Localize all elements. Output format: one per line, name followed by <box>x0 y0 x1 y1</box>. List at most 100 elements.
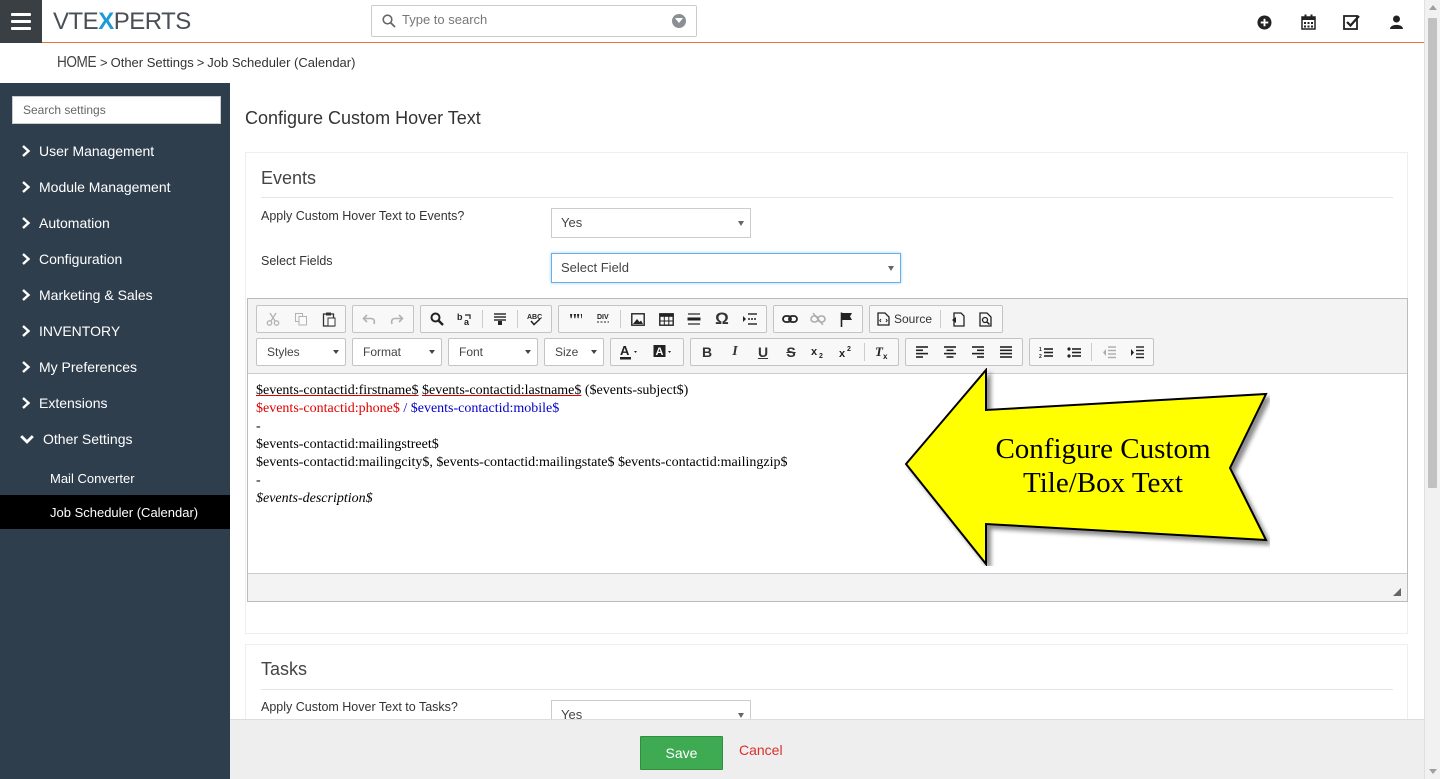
sidebar-item-automation[interactable]: Automation <box>0 205 230 241</box>
font-combo[interactable]: Font <box>448 338 538 366</box>
table-icon[interactable] <box>652 307 680 331</box>
redo-icon[interactable] <box>383 307 411 331</box>
svg-text:2: 2 <box>1039 354 1042 359</box>
sidebar-item-inventory[interactable]: INVENTORY <box>0 313 230 349</box>
horizontal-rule-icon[interactable] <box>680 307 708 331</box>
clipboard-group <box>256 305 346 333</box>
chevron-right-icon <box>22 145 31 157</box>
sidebar-item-configuration[interactable]: Configuration <box>0 241 230 277</box>
scroll-up-icon[interactable] <box>1429 5 1437 10</box>
sidebar-item-module-management[interactable]: Module Management <box>0 169 230 205</box>
select-all-icon[interactable] <box>486 307 514 331</box>
toolbar-separator <box>620 310 621 328</box>
global-search[interactable] <box>371 5 697 37</box>
italic-icon[interactable]: I <box>721 340 749 364</box>
link-group <box>773 305 863 333</box>
breadcrumb-separator: > <box>100 55 108 70</box>
sidebar-item-my-preferences[interactable]: My Preferences <box>0 349 230 385</box>
create-div-icon[interactable]: DIV <box>589 307 617 331</box>
scroll-thumb[interactable] <box>1428 18 1437 488</box>
events-section-title: Events <box>261 168 317 188</box>
search-input[interactable] <box>402 12 662 27</box>
chevron-down-icon <box>888 266 894 271</box>
color-group: A A <box>610 338 684 366</box>
toolbar-separator <box>940 310 942 328</box>
underline-icon[interactable]: U <box>749 340 777 364</box>
background-color-icon[interactable]: A <box>647 340 681 364</box>
unlink-icon[interactable] <box>804 307 832 331</box>
plus-circle-icon[interactable] <box>1252 12 1276 32</box>
save-button[interactable]: Save <box>640 736 723 770</box>
undo-icon[interactable] <box>355 307 383 331</box>
link-icon[interactable] <box>776 307 804 331</box>
size-combo[interactable]: Size <box>544 338 604 366</box>
logo[interactable]: VTEXPERTS <box>53 8 191 36</box>
align-right-icon[interactable] <box>964 340 992 364</box>
page-break-icon[interactable] <box>736 307 764 331</box>
chevron-down-icon <box>525 350 531 354</box>
calendar-icon[interactable] <box>1296 12 1320 32</box>
image-icon[interactable] <box>624 307 652 331</box>
remove-format-icon[interactable]: Tx <box>868 340 896 364</box>
checkbox-icon[interactable] <box>1340 12 1364 32</box>
spellcheck-icon[interactable]: ABC <box>521 307 549 331</box>
callout-text: Configure Custom Tile/Box Text <box>995 433 1211 499</box>
source-button[interactable]: Source <box>872 307 937 331</box>
chevron-down-icon <box>429 350 435 354</box>
text-color-icon[interactable]: A <box>613 340 647 364</box>
settings-search[interactable] <box>12 96 221 124</box>
svg-text:x: x <box>883 352 888 360</box>
preview-icon[interactable] <box>972 307 1000 331</box>
paste-icon[interactable] <box>315 307 343 331</box>
user-icon[interactable] <box>1384 12 1408 32</box>
breadcrumb-other-settings[interactable]: Other Settings <box>111 55 194 70</box>
resize-handle-icon[interactable] <box>1393 588 1401 596</box>
align-left-icon[interactable] <box>908 340 936 364</box>
increase-indent-icon[interactable] <box>1123 340 1151 364</box>
sidebar-item-extensions[interactable]: Extensions <box>0 385 230 421</box>
find-icon[interactable] <box>423 307 451 331</box>
settings-sidebar: User Management Module Management Automa… <box>0 83 230 779</box>
cut-icon[interactable] <box>259 307 287 331</box>
chevron-down-icon <box>20 435 34 444</box>
svg-text:a: a <box>464 317 470 326</box>
apply-events-select[interactable]: Yes <box>551 208 751 238</box>
svg-text:b: b <box>457 312 463 322</box>
replace-icon[interactable]: ba <box>451 307 479 331</box>
svg-text:DIV: DIV <box>597 314 609 321</box>
scroll-down-icon[interactable] <box>1429 769 1437 774</box>
superscript-icon[interactable]: x2 <box>833 340 861 364</box>
bold-icon[interactable]: B <box>693 340 721 364</box>
breadcrumb-home[interactable]: HOME <box>57 54 97 72</box>
align-justify-icon[interactable] <box>992 340 1020 364</box>
blockquote-icon[interactable]: "" <box>561 307 589 331</box>
breadcrumb-bar: HOME > Other Settings > Job Scheduler (C… <box>0 43 1424 83</box>
align-center-icon[interactable] <box>936 340 964 364</box>
align-group <box>905 338 1023 366</box>
sidebar-item-user-management[interactable]: User Management <box>0 133 230 169</box>
bulleted-list-icon[interactable] <box>1060 340 1088 364</box>
sidebar-subitem-job-scheduler[interactable]: Job Scheduler (Calendar) <box>0 495 230 529</box>
select-fields-select[interactable]: Select Field <box>551 253 901 283</box>
decrease-indent-icon[interactable] <box>1095 340 1123 364</box>
sidebar-item-other-settings[interactable]: Other Settings <box>0 421 230 457</box>
numbered-list-icon[interactable]: 12 <box>1032 340 1060 364</box>
toolbar-separator <box>517 310 518 328</box>
page-scrollbar[interactable] <box>1424 0 1440 779</box>
templates-icon[interactable] <box>944 307 972 331</box>
cancel-link[interactable]: Cancel <box>739 742 783 758</box>
svg-text:2: 2 <box>847 346 851 353</box>
sidebar-item-marketing-sales[interactable]: Marketing & Sales <box>0 277 230 313</box>
strikethrough-icon[interactable]: S <box>777 340 805 364</box>
styles-combo[interactable]: Styles <box>256 338 346 366</box>
subscript-icon[interactable]: x2 <box>805 340 833 364</box>
settings-search-input[interactable] <box>13 97 220 123</box>
hamburger-menu-icon[interactable] <box>0 0 42 43</box>
anchor-flag-icon[interactable] <box>832 307 860 331</box>
sidebar-subitem-mail-converter[interactable]: Mail Converter <box>0 461 230 495</box>
special-char-icon[interactable]: Ω <box>708 307 736 331</box>
search-dropdown-icon[interactable] <box>672 14 686 28</box>
copy-icon[interactable] <box>287 307 315 331</box>
breadcrumb: HOME > Other Settings > Job Scheduler (C… <box>57 54 355 72</box>
format-combo[interactable]: Format <box>352 338 442 366</box>
